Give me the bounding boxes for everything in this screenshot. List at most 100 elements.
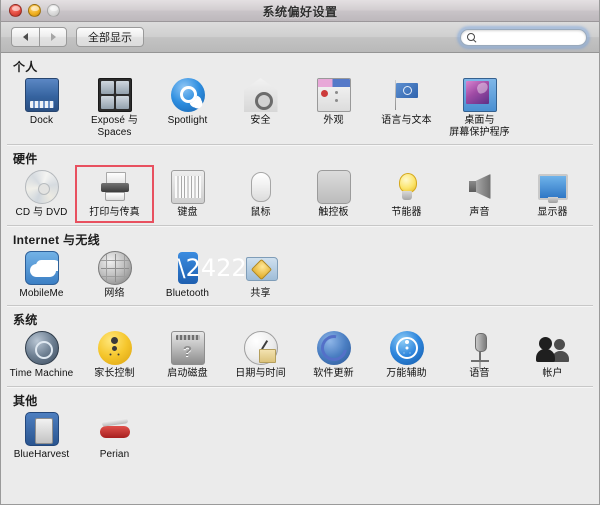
- pref-pane-label: 外观: [323, 115, 344, 126]
- software-update-icon: [316, 331, 351, 365]
- pref-pane-label: CD 与 DVD: [15, 207, 68, 218]
- pref-pane-keyboard[interactable]: 键盘: [151, 169, 224, 219]
- pref-pane-desktop-screensaver[interactable]: 桌面与 屏幕保护程序: [443, 77, 516, 138]
- pref-pane-label: 启动磁盘: [167, 368, 208, 379]
- pref-pane-label: 日期与时间: [235, 368, 286, 379]
- pref-pane-label: 键盘: [177, 207, 198, 218]
- pref-pane-sharing[interactable]: 共享: [224, 250, 297, 300]
- pref-pane-label: 触控板: [318, 207, 349, 218]
- speech-icon: [463, 331, 497, 365]
- parental-controls-icon: [97, 331, 132, 365]
- startup-disk-icon: [170, 331, 205, 365]
- forward-button[interactable]: [39, 27, 67, 47]
- pref-pane-language-text[interactable]: 语言与文本: [370, 77, 443, 138]
- sharing-icon: [244, 251, 278, 285]
- expose-spaces-icon: [97, 78, 132, 112]
- pref-pane-speech[interactable]: 语音: [443, 330, 516, 380]
- pref-pane-dock[interactable]: Dock: [5, 77, 78, 138]
- pref-pane-displays[interactable]: 显示器: [516, 169, 589, 219]
- pref-pane-mouse[interactable]: 鼠标: [224, 169, 297, 219]
- pref-pane-label: Exposé 与 Spaces: [91, 115, 138, 138]
- pref-pane-startup-disk[interactable]: 启动磁盘: [151, 330, 224, 380]
- pref-pane-sound[interactable]: 声音: [443, 169, 516, 219]
- pref-pane-bluetooth[interactable]: Bluetooth: [151, 250, 224, 300]
- universal-access-icon: [389, 331, 424, 365]
- displays-icon: [536, 170, 570, 204]
- time-machine-icon: [24, 331, 59, 365]
- pref-pane-label: Time Machine: [9, 368, 74, 379]
- pref-pane-accounts[interactable]: 帐户: [516, 330, 589, 380]
- pref-pane-energy-saver[interactable]: 节能器: [370, 169, 443, 219]
- pref-pane-cd-dvd[interactable]: CD 与 DVD: [5, 169, 78, 219]
- pref-pane-time-machine[interactable]: Time Machine: [5, 330, 78, 380]
- pref-pane-label: Bluetooth: [165, 287, 210, 299]
- search-input[interactable]: [480, 30, 585, 45]
- chevron-right-icon: [50, 33, 56, 41]
- pref-pane-security[interactable]: 安全: [224, 77, 297, 138]
- trackpad-icon: [316, 170, 351, 204]
- section-title: 系统: [13, 313, 38, 327]
- pref-pane-expose-spaces[interactable]: Exposé 与 Spaces: [78, 77, 151, 138]
- pref-pane-trackpad[interactable]: 触控板: [297, 169, 370, 219]
- section-title: 个人: [13, 60, 38, 74]
- chevron-left-icon: [23, 33, 28, 41]
- pref-pane-software-update[interactable]: 软件更新: [297, 330, 370, 380]
- preference-grid: CD 与 DVD 打印与传真 键盘 鼠标 触控板 节能器 声音 显示器: [1, 165, 599, 225]
- pref-pane-spotlight[interactable]: Spotlight: [151, 77, 224, 138]
- search-field[interactable]: [460, 29, 587, 46]
- section-personal: 个人 Dock Exposé 与 Spaces Spotlight 安全 外观 语言与文本 桌…: [1, 53, 599, 144]
- pref-pane-label: 共享: [250, 287, 271, 299]
- title-bar: 系统偏好设置: [1, 0, 599, 22]
- pref-pane-universal-access[interactable]: 万能辅助: [370, 330, 443, 380]
- pref-pane-label: 声音: [469, 207, 490, 218]
- date-time-icon: [243, 331, 278, 365]
- perian-icon: [98, 412, 132, 446]
- language-text-icon: [390, 78, 424, 112]
- pref-pane-perian[interactable]: Perian: [78, 411, 151, 461]
- pref-pane-label: 语音: [469, 368, 490, 379]
- network-icon: [97, 250, 132, 285]
- search-container: [458, 27, 589, 48]
- desktop-screensaver-icon: [462, 78, 497, 112]
- pref-pane-mobileme[interactable]: MobileMe: [5, 250, 78, 300]
- pref-pane-label: 语言与文本: [381, 115, 432, 126]
- pref-pane-label: BlueHarvest: [13, 448, 70, 460]
- appearance-icon: [316, 78, 351, 112]
- toolbar: 全部显示: [1, 22, 599, 53]
- window-title: 系统偏好设置: [262, 5, 338, 19]
- spotlight-icon: [170, 78, 205, 112]
- print-fax-icon: [98, 170, 132, 204]
- navigation-buttons: [11, 27, 67, 47]
- pref-pane-label: 软件更新: [313, 368, 354, 379]
- pref-pane-label: 鼠标: [250, 207, 271, 218]
- pref-pane-label: Dock: [29, 115, 54, 126]
- mouse-icon: [250, 172, 271, 202]
- pref-pane-network[interactable]: 网络: [78, 250, 151, 300]
- pref-pane-label: Perian: [99, 448, 130, 460]
- search-icon: [467, 32, 477, 43]
- show-all-button[interactable]: 全部显示: [76, 27, 144, 47]
- pref-pane-date-time[interactable]: 日期与时间: [224, 330, 297, 380]
- dock-icon: [24, 78, 59, 112]
- pref-pane-label: 帐户: [542, 368, 563, 379]
- pref-pane-print-fax[interactable]: 打印与传真: [75, 165, 154, 223]
- system-preferences-window: 系统偏好设置 全部显示 个人 Dock Exposé 与 Spaces Spotlig…: [0, 0, 600, 505]
- accounts-icon: [535, 331, 570, 365]
- preference-grid: Dock Exposé 与 Spaces Spotlight 安全 外观 语言与文本 桌面与…: [1, 77, 599, 144]
- pref-pane-label: Spotlight: [167, 115, 208, 126]
- blueharvest-icon: [24, 411, 59, 446]
- section-other: 其他 BlueHarvest Perian: [1, 385, 599, 467]
- pref-pane-parental-controls[interactable]: 家长控制: [78, 330, 151, 380]
- section-system: 系统 Time Machine 家长控制 启动磁盘 日期与时间 软件更新 万能辅助 语音 帐户: [1, 305, 599, 386]
- section-hardware: 硬件 CD 与 DVD 打印与传真 键盘 鼠标 触控板 节能器 声音 显示器: [1, 144, 599, 225]
- preference-grid: BlueHarvest Perian: [1, 411, 599, 467]
- pref-pane-label: 打印与传真: [89, 207, 140, 218]
- preference-grid: MobileMe 网络 Bluetooth 共享: [1, 250, 599, 306]
- security-icon: [243, 78, 278, 112]
- back-button[interactable]: [11, 27, 39, 47]
- mobileme-icon: [24, 250, 59, 285]
- search-focus-ring: [458, 27, 589, 48]
- pref-pane-appearance[interactable]: 外观: [297, 77, 370, 138]
- section-internet-wireless: Internet 与无线 MobileMe 网络 Bluetooth 共享: [1, 224, 599, 306]
- pref-pane-blueharvest[interactable]: BlueHarvest: [5, 411, 78, 461]
